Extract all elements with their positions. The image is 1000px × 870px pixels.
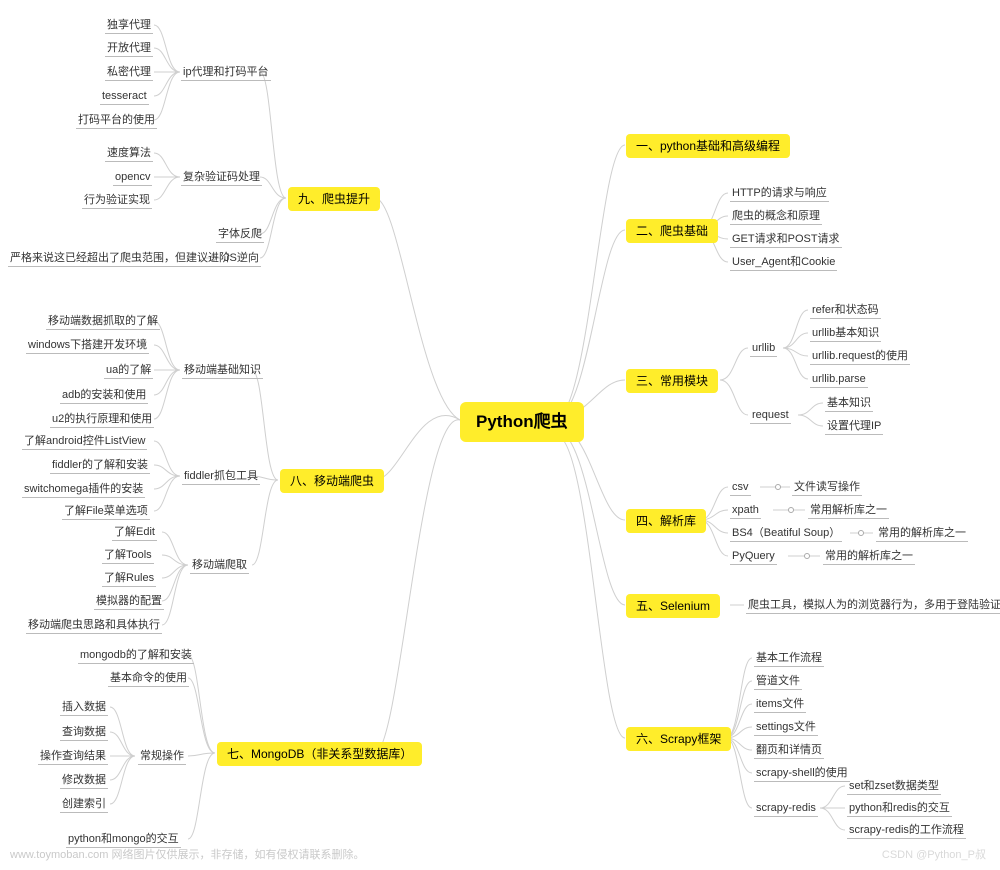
watermark-right: CSDN @Python_P叔 <box>882 846 986 862</box>
b7-c0[interactable]: mongodb的了解和安装 <box>78 648 194 664</box>
branch-3[interactable]: 三、常用模块 <box>626 369 718 393</box>
b8-c0[interactable]: 了解Edit <box>112 525 157 541</box>
b8-b4[interactable]: u2的执行原理和使用 <box>50 412 154 428</box>
b8-f2[interactable]: switchomega插件的安装 <box>22 482 145 498</box>
b9-v1[interactable]: opencv <box>113 170 152 186</box>
b9-i3[interactable]: tesseract <box>100 89 149 105</box>
dot-icon <box>788 507 794 513</box>
b6-redis[interactable]: scrapy-redis <box>754 801 818 817</box>
b8-c3[interactable]: 模拟器的配置 <box>94 594 164 610</box>
b4-pyquery[interactable]: PyQuery <box>730 549 777 565</box>
b7-o0[interactable]: 插入数据 <box>60 700 108 716</box>
b9-i1[interactable]: 开放代理 <box>105 41 153 57</box>
b6-r1[interactable]: python和redis的交互 <box>847 801 952 817</box>
b9-i2[interactable]: 私密代理 <box>105 65 153 81</box>
root-node[interactable]: Python爬虫 <box>460 402 584 442</box>
dot-icon <box>775 484 781 490</box>
b8-b1[interactable]: windows下搭建开发环境 <box>26 338 149 354</box>
branch-8[interactable]: 八、移动端爬虫 <box>280 469 384 493</box>
b6-r2[interactable]: scrapy-redis的工作流程 <box>847 823 966 839</box>
branch-4[interactable]: 四、解析库 <box>626 509 706 533</box>
b3-urllib[interactable]: urllib <box>750 341 777 357</box>
b9-v0[interactable]: 速度算法 <box>105 146 153 162</box>
b4-bs4-note: 常用的解析库之一 <box>876 526 968 542</box>
b5-note: 爬虫工具，模拟人为的浏览器行为，多用于登陆验证 <box>746 598 1000 614</box>
b2-c1[interactable]: 爬虫的概念和原理 <box>730 209 822 225</box>
branch-2[interactable]: 二、爬虫基础 <box>626 219 718 243</box>
b8-f1[interactable]: fiddler的了解和安装 <box>50 458 150 474</box>
b6-c5[interactable]: scrapy-shell的使用 <box>754 766 850 782</box>
b8-b3[interactable]: adb的安装和使用 <box>60 388 148 404</box>
b2-c2[interactable]: GET请求和POST请求 <box>730 232 842 248</box>
b4-xpath-note: 常用解析库之一 <box>808 503 889 519</box>
b3-u2[interactable]: urllib.request的使用 <box>810 349 910 365</box>
b3-r1[interactable]: 设置代理IP <box>825 419 883 435</box>
b6-c1[interactable]: 管道文件 <box>754 674 802 690</box>
b3-u1[interactable]: urllib基本知识 <box>810 326 881 342</box>
b8-b0[interactable]: 移动端数据抓取的了解 <box>46 314 160 330</box>
b3-r0[interactable]: 基本知识 <box>825 396 873 412</box>
b9-captcha[interactable]: 复杂验证码处理 <box>181 170 262 186</box>
b8-fiddler[interactable]: fiddler抓包工具 <box>182 469 260 485</box>
b8-c1[interactable]: 了解Tools <box>102 548 154 564</box>
b7-o2[interactable]: 操作查询结果 <box>38 749 108 765</box>
b8-f3[interactable]: 了解File菜单选项 <box>62 504 150 520</box>
b9-font[interactable]: 字体反爬 <box>216 227 264 243</box>
b9-v2[interactable]: 行为验证实现 <box>82 193 152 209</box>
b7-c1[interactable]: 基本命令的使用 <box>108 671 189 687</box>
b8-c4[interactable]: 移动端爬虫思路和具体执行 <box>26 618 162 634</box>
b6-r0[interactable]: set和zset数据类型 <box>847 779 941 795</box>
b7-o3[interactable]: 修改数据 <box>60 773 108 789</box>
b8-basic[interactable]: 移动端基础知识 <box>182 363 263 379</box>
watermark-left: www.toymoban.com 网络图片仅供展示，非存储，如有侵权请联系删除。 <box>10 846 364 862</box>
b4-csv-note: 文件读写操作 <box>792 480 862 496</box>
branch-6[interactable]: 六、Scrapy框架 <box>626 727 731 751</box>
b3-u0[interactable]: refer和状态码 <box>810 303 881 319</box>
b2-c3[interactable]: User_Agent和Cookie <box>730 255 837 271</box>
b8-f0[interactable]: 了解android控件ListView <box>22 434 147 450</box>
b6-c2[interactable]: items文件 <box>754 697 806 713</box>
b4-xpath[interactable]: xpath <box>730 503 761 519</box>
b3-u3[interactable]: urllib.parse <box>810 372 868 388</box>
b7-o1[interactable]: 查询数据 <box>60 725 108 741</box>
dot-icon <box>858 530 864 536</box>
b6-c4[interactable]: 翻页和详情页 <box>754 743 824 759</box>
branch-5[interactable]: 五、Selenium <box>626 594 720 618</box>
b4-bs4[interactable]: BS4（Beatiful Soup） <box>730 526 842 542</box>
b7-ops[interactable]: 常规操作 <box>138 749 186 765</box>
b4-csv[interactable]: csv <box>730 480 751 496</box>
root-label: Python爬虫 <box>476 412 568 431</box>
b8-c2[interactable]: 了解Rules <box>102 571 156 587</box>
b8-b2[interactable]: ua的了解 <box>104 363 153 379</box>
b9-i0[interactable]: 独享代理 <box>105 18 153 34</box>
b6-c3[interactable]: settings文件 <box>754 720 818 736</box>
b3-request[interactable]: request <box>750 408 791 424</box>
b6-c0[interactable]: 基本工作流程 <box>754 651 824 667</box>
b9-ip[interactable]: ip代理和打码平台 <box>181 65 271 81</box>
dot-icon <box>804 553 810 559</box>
b4-pyq-note: 常用的解析库之一 <box>823 549 915 565</box>
b2-c0[interactable]: HTTP的请求与响应 <box>730 186 829 202</box>
branch-1[interactable]: 一、python基础和高级编程 <box>626 134 790 158</box>
b9-js-note: 严格来说这已经超出了爬虫范围，但建议进阶 <box>8 251 232 267</box>
b8-crawl[interactable]: 移动端爬取 <box>190 558 249 574</box>
b7-o4[interactable]: 创建索引 <box>60 797 108 813</box>
branch-9[interactable]: 九、爬虫提升 <box>288 187 380 211</box>
branch-7[interactable]: 七、MongoDB（非关系型数据库） <box>217 742 422 766</box>
b9-i4[interactable]: 打码平台的使用 <box>76 113 157 129</box>
